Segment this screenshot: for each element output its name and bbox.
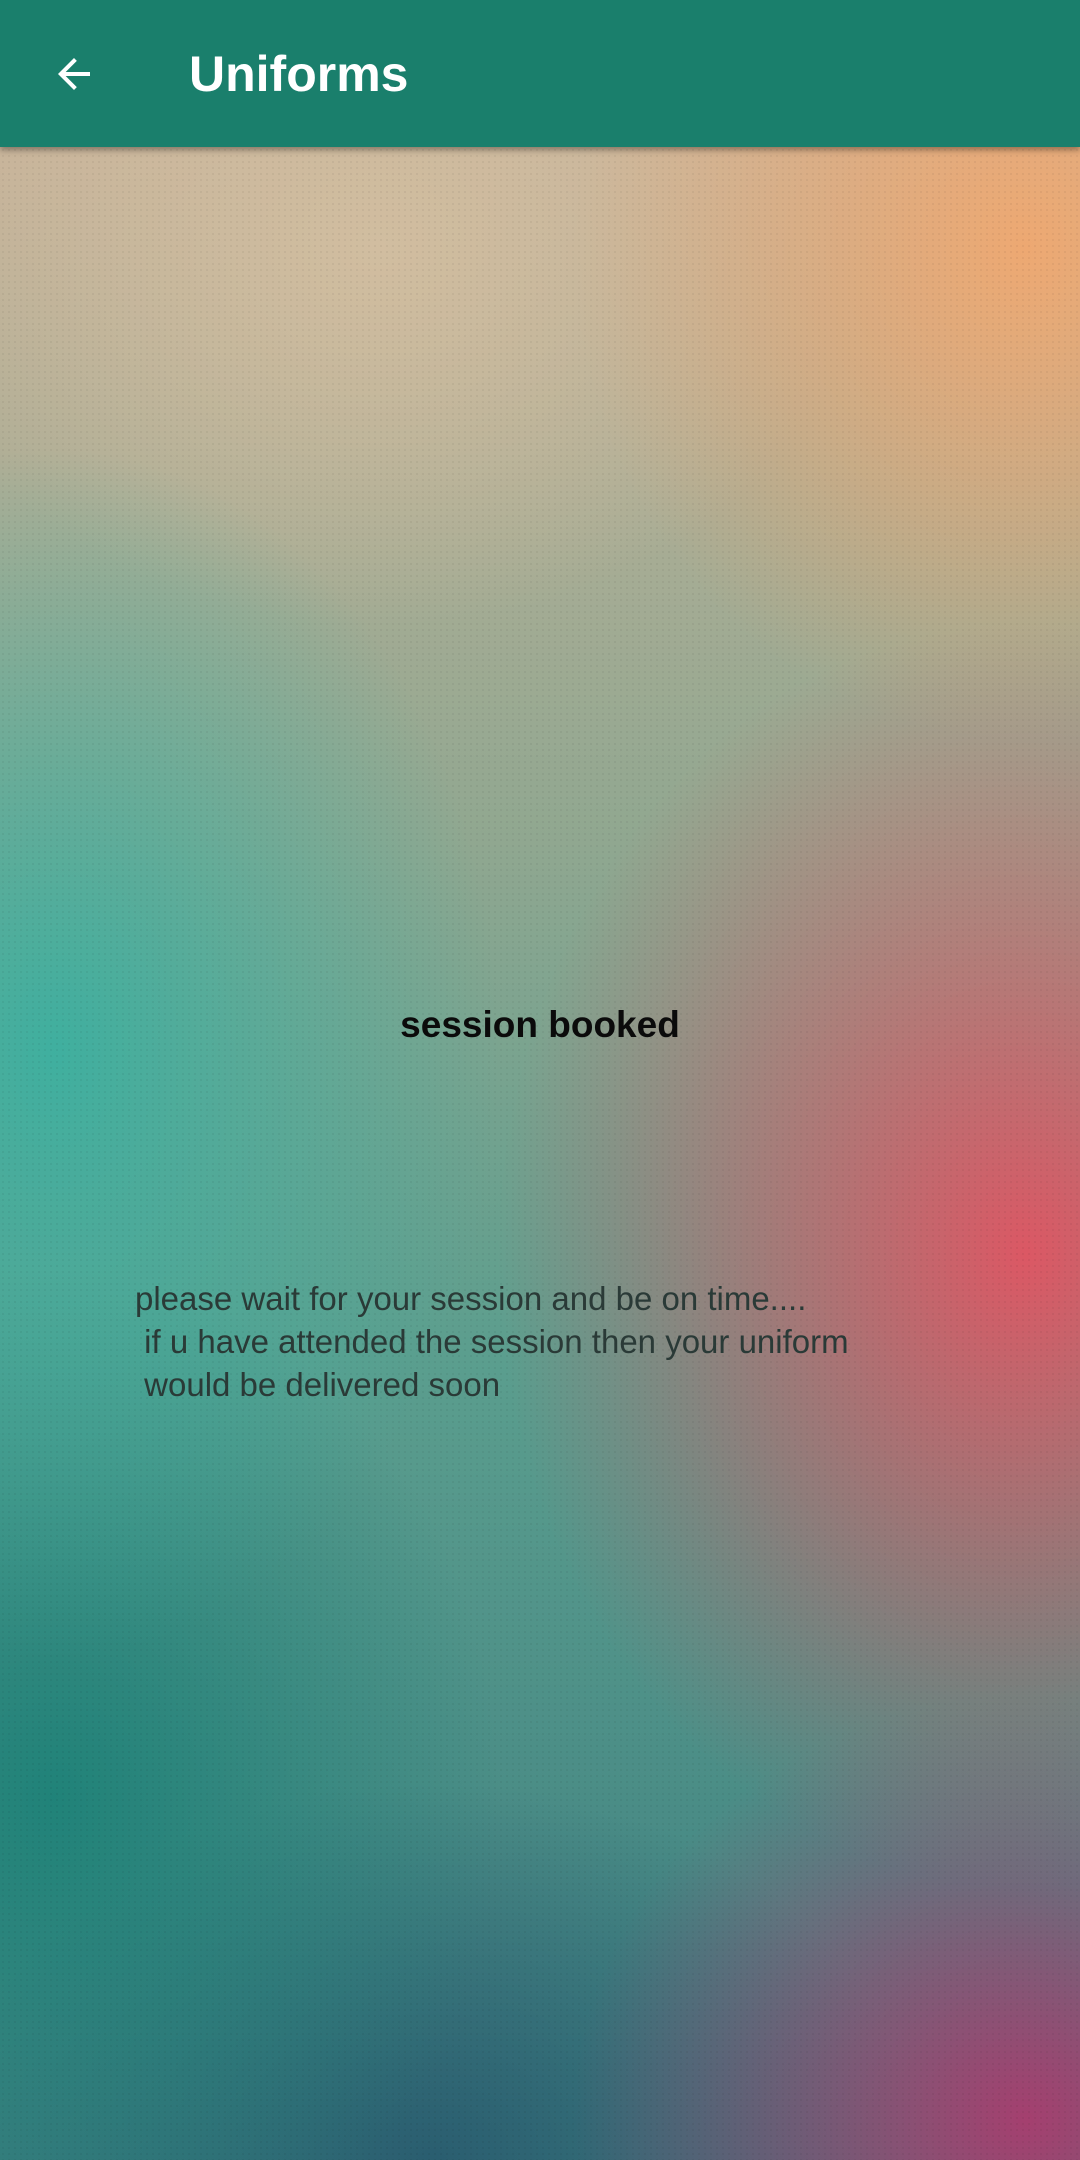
back-button[interactable] [30, 30, 118, 118]
content-area: session booked please wait for your sess… [0, 147, 1080, 2160]
arrow-left-icon [58, 58, 90, 90]
session-status-heading: session booked [400, 1004, 680, 1045]
app-bar: Uniforms [0, 0, 1080, 147]
session-message: please wait for your session and be on t… [135, 1280, 849, 1403]
page-title: Uniforms [189, 46, 409, 102]
